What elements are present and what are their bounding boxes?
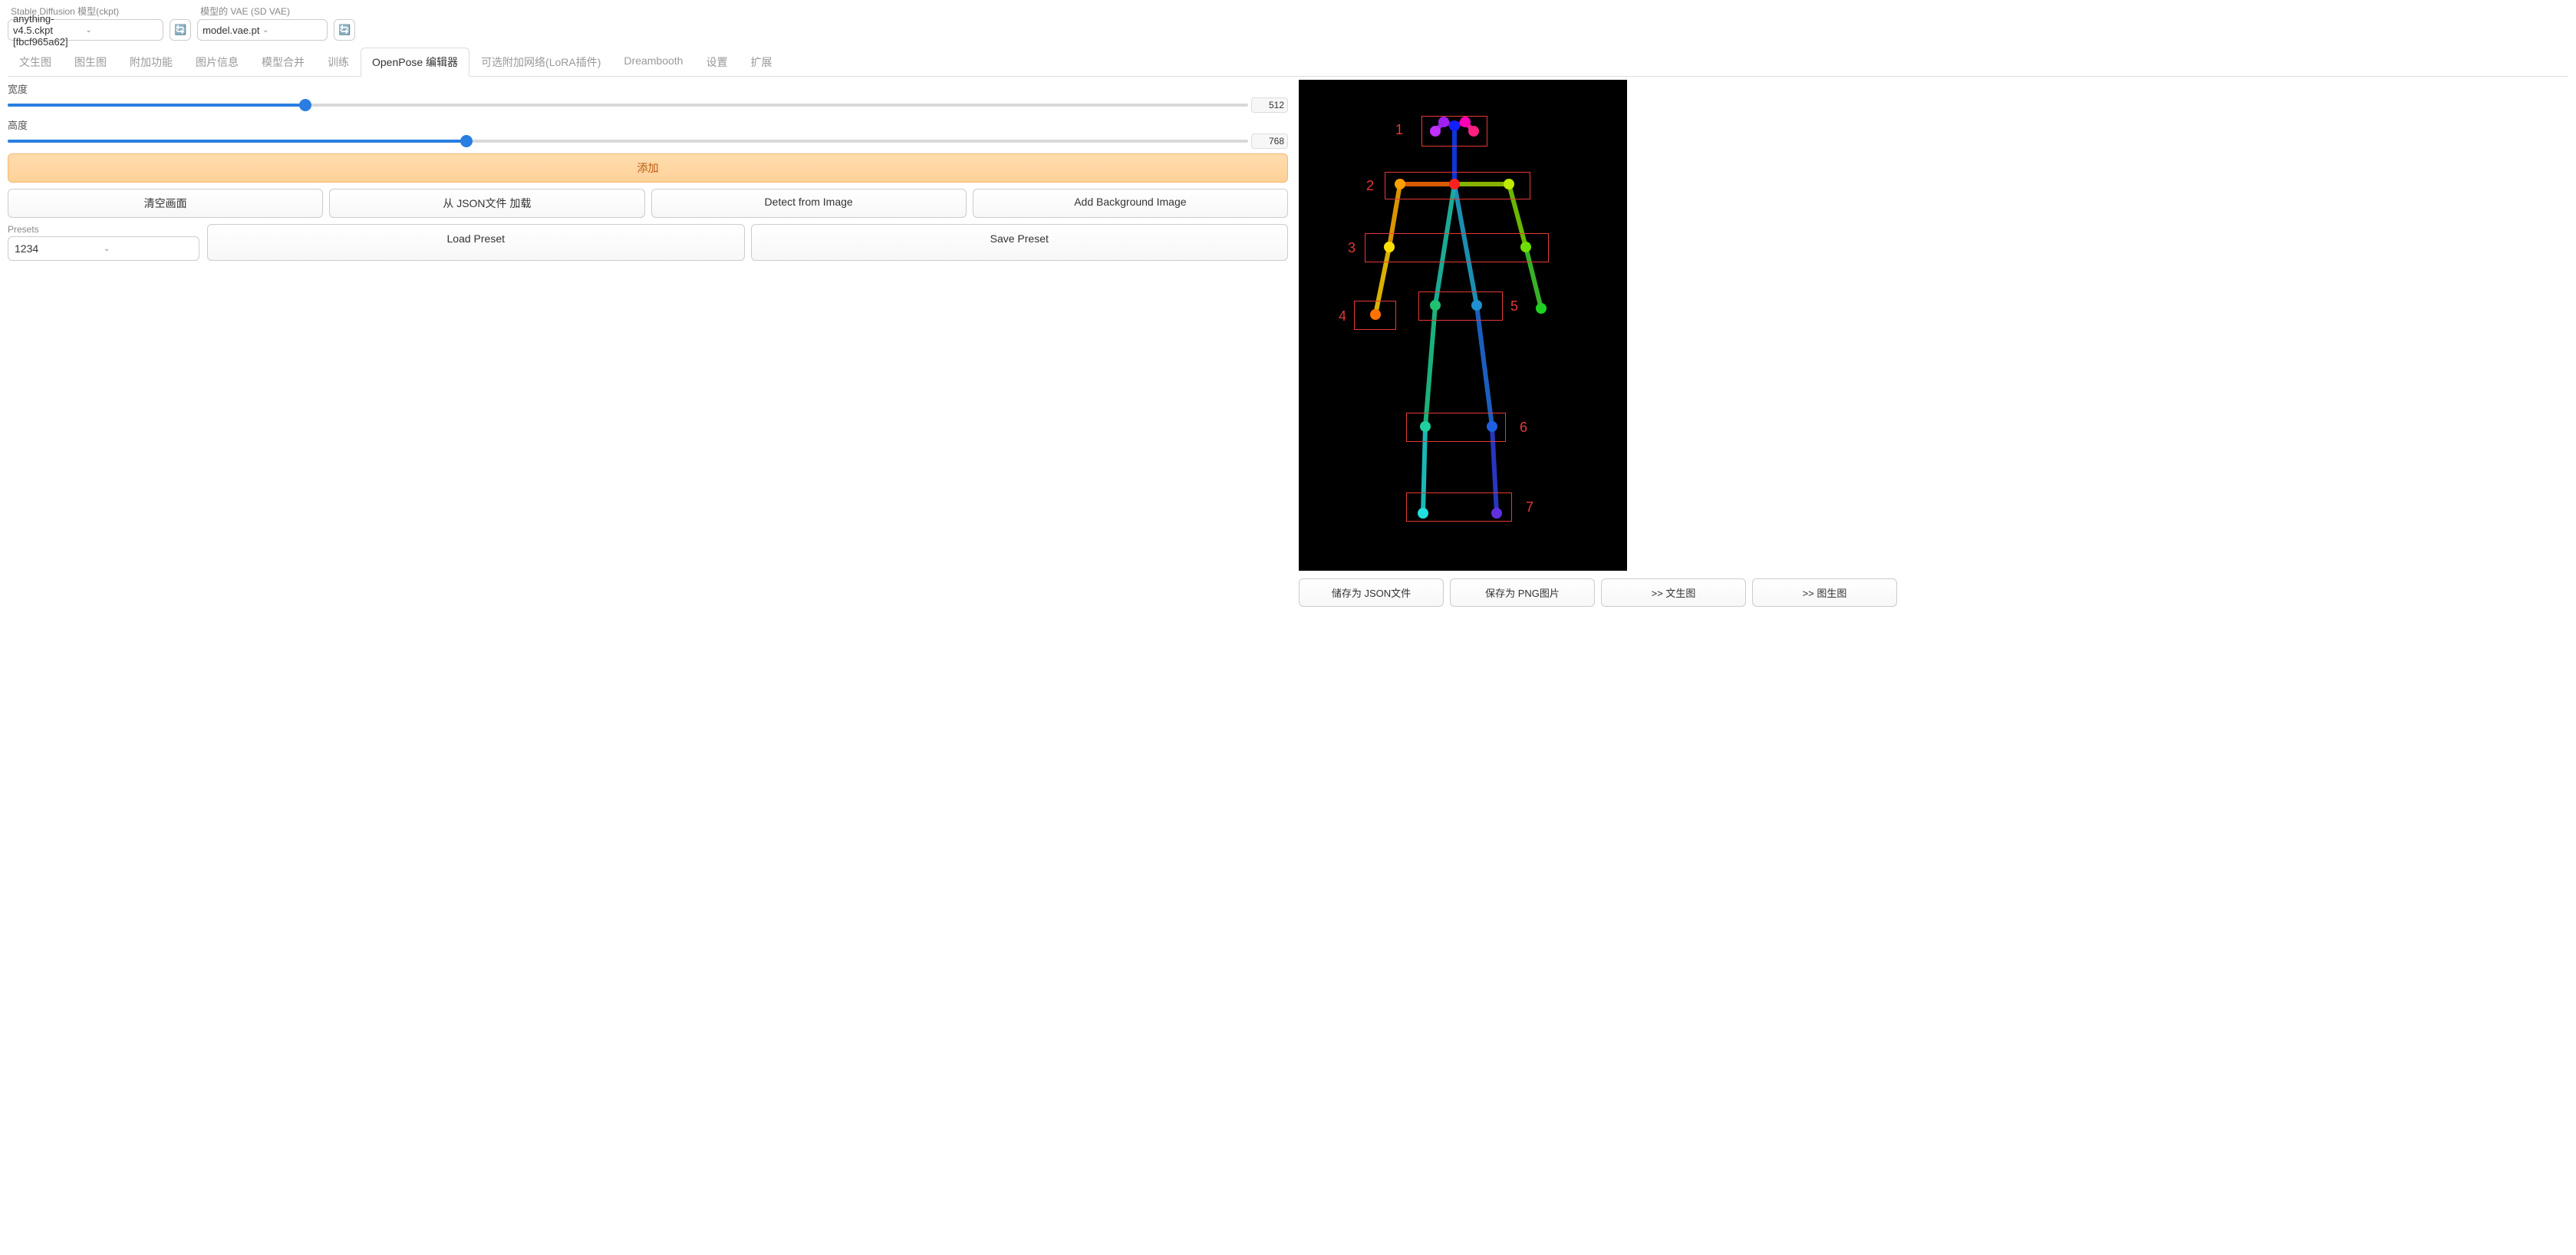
height-label: 高度 — [8, 117, 1288, 132]
right-panel: 1 2 3 4 5 6 7 储存为 JSON文件 保存为 PNG图片 >> 文生图 >> 图… — [1296, 80, 2568, 607]
pose-canvas[interactable]: 1 2 3 4 5 6 7 — [1299, 80, 1627, 571]
left-panel: 宽度 512 高度 768 添加 清空画面 从 JSON文件 加载 D — [8, 80, 1288, 261]
tab-5[interactable]: 训练 — [316, 48, 361, 77]
preset-column: Presets 1234 ⌄ — [8, 224, 199, 261]
chevron-down-icon: ⌄ — [262, 26, 322, 35]
save-png-button[interactable]: 保存为 PNG图片 — [1450, 578, 1595, 607]
chevron-down-icon: ⌄ — [104, 245, 193, 253]
tab-10[interactable]: 扩展 — [739, 48, 783, 77]
height-value[interactable]: 768 — [1251, 133, 1288, 149]
width-label: 宽度 — [8, 81, 1288, 96]
annotation-label-4: 4 — [1339, 308, 1346, 324]
tab-3[interactable]: 图片信息 — [184, 48, 250, 77]
clear-button[interactable]: 清空画面 — [8, 189, 323, 218]
save-preset-button[interactable]: Save Preset — [751, 224, 1289, 261]
vae-label: 模型的 VAE (SD VAE) — [200, 5, 328, 18]
vae-value: model.vae.pt — [203, 25, 262, 36]
detect-button[interactable]: Detect from Image — [651, 189, 967, 218]
preset-value: 1234 — [15, 242, 104, 255]
to-txt2img-button[interactable]: >> 文生图 — [1601, 578, 1746, 607]
height-slider[interactable] — [8, 133, 1248, 149]
annotation-label-5: 5 — [1510, 298, 1518, 315]
save-json-button[interactable]: 储存为 JSON文件 — [1299, 578, 1444, 607]
refresh-icon: 🔄 — [174, 24, 186, 36]
height-slider-block: 高度 768 — [8, 117, 1288, 149]
vae-group: 模型的 VAE (SD VAE) model.vae.pt ⌄ — [197, 5, 328, 41]
load-preset-button[interactable]: Load Preset — [207, 224, 745, 261]
tab-7[interactable]: 可选附加网络(LoRA插件) — [469, 48, 612, 77]
annotation-label-6: 6 — [1520, 420, 1527, 436]
ckpt-select[interactable]: anything-v4.5.ckpt [fbcf965a62] ⌄ — [8, 19, 163, 41]
tab-9[interactable]: 设置 — [694, 48, 739, 77]
annotation-box-2 — [1385, 172, 1530, 199]
annotation-label-7: 7 — [1526, 499, 1533, 516]
annotation-box-4 — [1354, 301, 1396, 330]
vae-select[interactable]: model.vae.pt ⌄ — [197, 19, 328, 41]
tab-4[interactable]: 模型合并 — [250, 48, 316, 77]
annotation-box-3 — [1365, 233, 1549, 262]
vae-refresh-button[interactable]: 🔄 — [334, 19, 355, 41]
width-slider-block: 宽度 512 — [8, 81, 1288, 113]
ckpt-value: anything-v4.5.ckpt [fbcf965a62] — [13, 13, 86, 48]
width-slider[interactable] — [8, 97, 1248, 113]
to-img2img-button[interactable]: >> 图生图 — [1752, 578, 1897, 607]
tab-bar: 文生图图生图附加功能图片信息模型合并训练OpenPose 编辑器可选附加网络(L… — [8, 47, 2568, 77]
tab-0[interactable]: 文生图 — [8, 48, 63, 77]
load-json-button[interactable]: 从 JSON文件 加载 — [329, 189, 644, 218]
tab-8[interactable]: Dreambooth — [612, 48, 694, 77]
header-bar: Stable Diffusion 模型(ckpt) anything-v4.5.… — [8, 5, 2568, 41]
annotation-label-1: 1 — [1395, 122, 1403, 138]
preset-select[interactable]: 1234 ⌄ — [8, 236, 199, 261]
chevron-down-icon: ⌄ — [86, 26, 159, 35]
annotation-label-2: 2 — [1366, 178, 1374, 194]
annotation-box-7 — [1406, 492, 1512, 522]
add-button[interactable]: 添加 — [8, 153, 1288, 183]
tab-6[interactable]: OpenPose 编辑器 — [361, 48, 469, 77]
width-value[interactable]: 512 — [1251, 97, 1288, 113]
ckpt-group: Stable Diffusion 模型(ckpt) anything-v4.5.… — [8, 5, 163, 41]
annotation-box-1 — [1421, 116, 1487, 147]
annotation-label-3: 3 — [1348, 240, 1356, 256]
ckpt-refresh-button[interactable]: 🔄 — [170, 19, 191, 41]
annotation-box-6 — [1406, 413, 1506, 442]
add-bg-button[interactable]: Add Background Image — [973, 189, 1288, 218]
refresh-icon: 🔄 — [338, 24, 351, 36]
tab-1[interactable]: 图生图 — [63, 48, 118, 77]
preset-label: Presets — [8, 224, 199, 235]
annotation-box-5 — [1418, 292, 1503, 321]
tab-2[interactable]: 附加功能 — [118, 48, 184, 77]
